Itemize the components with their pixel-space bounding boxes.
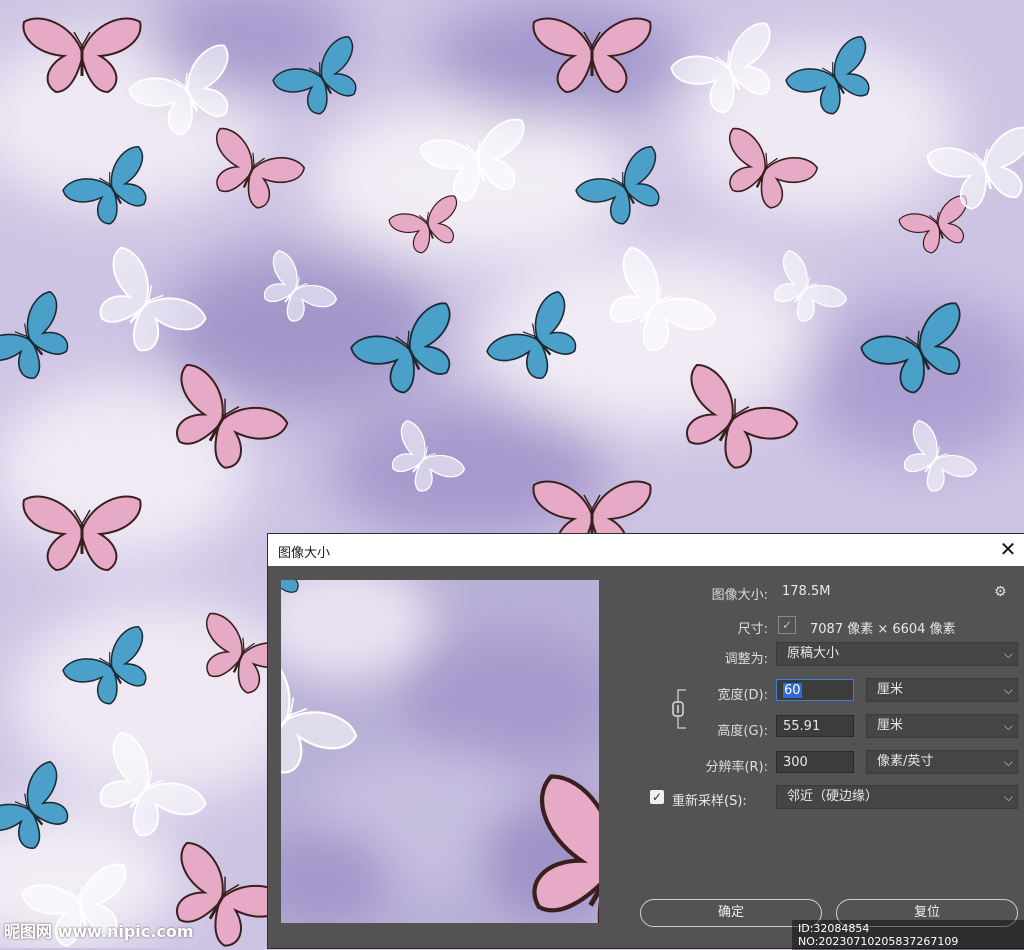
chevron-down-icon: ⌵ [1003,790,1013,804]
fit-to-value: 原稿大小 [787,646,840,661]
fit-to-label: 调整为: [724,652,768,667]
dialog-title: 图像大小 [278,546,331,561]
chevron-down-icon: ⌵ [1003,647,1013,661]
watermark-right: ID:32084854 NO:20230710205837267109 [792,920,1024,950]
height-input[interactable]: 55.91 [776,715,854,737]
dimensions-toggle-icon[interactable]: ✓ [778,616,796,634]
resolution-label: 分辨率(R): [705,760,768,775]
width-unit-select[interactable]: 厘米 ⌵ [866,678,1018,702]
close-icon[interactable]: ✕ [996,536,1020,562]
resolution-value: 300 [783,755,808,770]
resolution-unit-select[interactable]: 像素/英寸 ⌵ [866,750,1018,774]
resolution-input[interactable]: 300 [776,751,854,773]
resample-checkbox[interactable]: ✓ [650,790,664,804]
height-label: 高度(G): [717,724,768,739]
chevron-down-icon: ⌵ [1003,683,1013,697]
width-value: 60 [783,683,802,698]
image-size-dialog: 图像大小 ✕ 图像大小: 178.5M ⚙ 尺寸: ✓ 7087 像素 × 66… [268,534,1024,948]
image-size-value: 178.5M [782,584,831,599]
watermark-left: 昵图网 www.nipic.com [4,922,194,941]
height-unit-select[interactable]: 厘米 ⌵ [866,714,1018,738]
width-input[interactable]: 60 [776,679,854,701]
resolution-unit: 像素/英寸 [877,754,934,769]
resample-label: 重新采样(S): [672,794,747,809]
height-unit: 厘米 [877,718,904,733]
dimensions-value: 7087 像素 × 6604 像素 [810,622,956,637]
width-label: 宽度(D): [717,688,768,703]
resample-select[interactable]: 邻近（硬边缘） ⌵ [776,785,1018,809]
chevron-down-icon: ⌵ [1003,755,1013,769]
fit-to-select[interactable]: 原稿大小 ⌵ [776,642,1018,666]
image-preview[interactable] [281,580,599,923]
resample-value: 邻近（硬边缘） [787,789,879,804]
width-unit: 厘米 [877,682,904,697]
dimensions-label: 尺寸: [737,622,768,637]
dialog-titlebar[interactable]: 图像大小 ✕ [268,534,1024,566]
image-size-label: 图像大小: [711,588,768,603]
gear-icon[interactable]: ⚙ [994,584,1007,600]
chevron-down-icon: ⌵ [1003,719,1013,733]
height-value: 55.91 [783,719,821,734]
